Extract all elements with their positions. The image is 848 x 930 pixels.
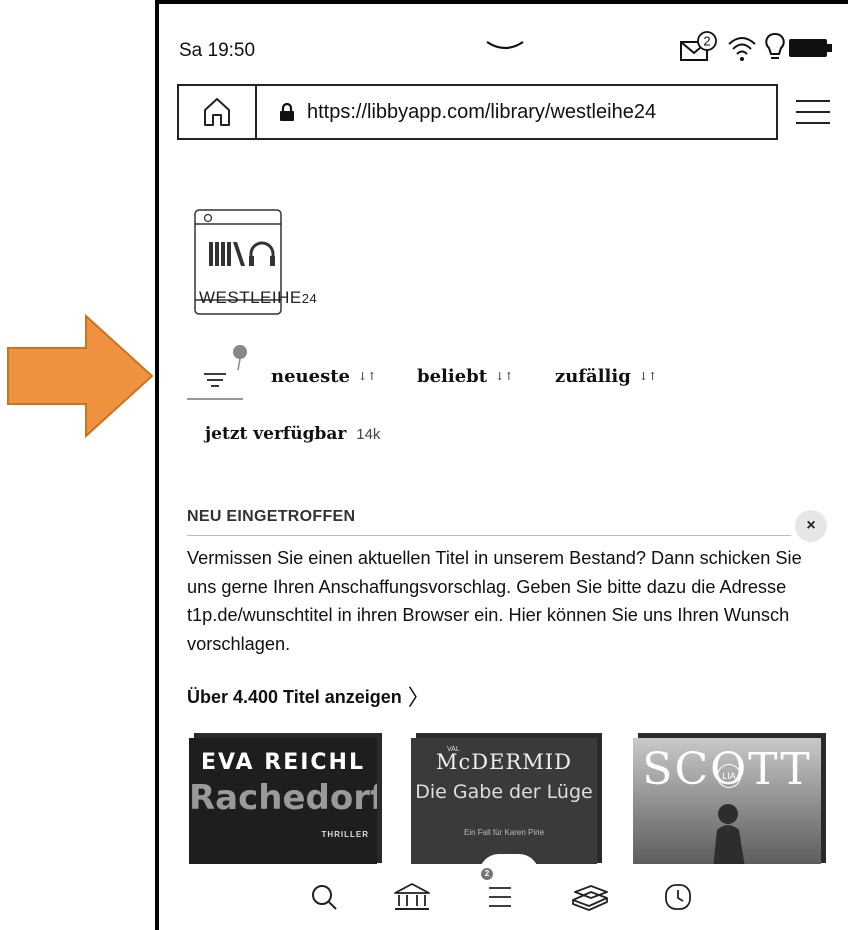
available-now-filter[interactable]: jetzt verfügbar 14k: [205, 424, 380, 444]
book-cover[interactable]: EVA REICHL Rachedorf THRILLER: [189, 738, 377, 868]
ereader-screen: Sa 19:50 2 https://libbyapp.com/library/…: [155, 0, 848, 930]
section-title: NEU EINGETROFFEN: [187, 508, 356, 525]
sort-arrows-icon: ↓↑: [495, 370, 514, 383]
status-bar: Sa 19:50 2: [159, 4, 848, 76]
browser-toolbar: https://libbyapp.com/library/westleihe24: [177, 84, 848, 140]
cover-author: McDERMID: [436, 750, 572, 774]
wifi-icon: [728, 37, 756, 61]
frontlight-icon[interactable]: [764, 32, 786, 62]
annotation-arrow: [7, 314, 154, 438]
book-cover-carousel: EVA REICHL Rachedorf THRILLER VAL McDERM…: [189, 738, 839, 868]
filter-lines-icon: [204, 373, 226, 387]
bottom-navigation: 2: [159, 854, 848, 930]
sort-random[interactable]: zufällig ↓↑: [555, 366, 657, 387]
show-all-label: Über 4.400 Titel anzeigen: [187, 687, 402, 707]
home-icon: [204, 98, 230, 126]
library-icon: [394, 883, 430, 910]
nav-history[interactable]: [655, 874, 701, 920]
chevron-down-icon[interactable]: [485, 38, 525, 54]
home-button[interactable]: [177, 84, 257, 140]
sort-newest-label: neueste: [271, 366, 350, 387]
available-label: jetzt verfügbar: [205, 424, 347, 444]
nav-shelf[interactable]: [567, 874, 613, 920]
battery-icon: [789, 39, 832, 57]
cover-title: Die Gabe der Lüge: [415, 781, 593, 803]
history-icon: [665, 884, 691, 910]
cover-subtitle: Ein Fall für Karen Pirie: [463, 828, 545, 837]
book-cover[interactable]: SCOTT LIA: [633, 738, 821, 868]
cover-title: Rachedorf: [189, 778, 377, 818]
sort-popular-label: beliebt: [417, 366, 488, 387]
status-time: Sa 19:50: [179, 40, 256, 61]
library-name: WESTLEIHE: [199, 288, 302, 307]
sort-popular[interactable]: beliebt ↓↑: [417, 366, 514, 387]
nav-library[interactable]: [389, 874, 435, 920]
sort-filter-row: neueste ↓↑ beliebt ↓↑ zufällig ↓↑: [187, 344, 827, 404]
mail-notification-icon[interactable]: 2: [679, 30, 721, 64]
hamburger-icon: [796, 100, 830, 124]
cover-author-prefix: LIA: [717, 764, 741, 788]
shelf-icon: [572, 885, 608, 911]
nav-menu[interactable]: [477, 874, 523, 920]
cover-author: EVA REICHL: [201, 750, 365, 775]
address-bar[interactable]: https://libbyapp.com/library/westleihe24: [257, 84, 778, 140]
cover-genre: THRILLER: [321, 830, 369, 839]
cover-figure-image: [713, 804, 745, 868]
show-all-titles-link[interactable]: Über 4.400 Titel anzeigen 〉: [187, 680, 430, 712]
sort-newest[interactable]: neueste ↓↑: [271, 366, 376, 387]
chevron-right-icon: 〉: [407, 685, 430, 710]
sort-arrows-icon: ↓↑: [357, 370, 377, 383]
mail-badge-count: 2: [703, 34, 710, 49]
menu-icon: [489, 887, 511, 907]
section-header: NEU EINGETROFFEN: [187, 508, 791, 536]
notice-text: Vermissen Sie einen aktuellen Titel in u…: [187, 548, 802, 654]
lock-icon: [280, 102, 294, 121]
sort-random-label: zufällig: [555, 366, 631, 387]
sort-arrows-icon: ↓↑: [638, 370, 658, 383]
search-icon: [312, 885, 337, 910]
library-name-suffix: 24: [301, 291, 318, 306]
library-logo-text: WESTLEIHE24: [199, 288, 317, 308]
url-text: https://libbyapp.com/library/westleihe24: [307, 100, 657, 123]
libby-library-page: WESTLEIHE24 neueste ↓↑ beliebt ↓↑ zufällig…: [159, 144, 848, 868]
balloon-pin-icon: [233, 345, 247, 370]
close-notice-button[interactable]: ×: [795, 510, 827, 542]
nav-search[interactable]: [301, 874, 347, 920]
available-count: 14k: [356, 426, 381, 443]
browser-menu-button[interactable]: [778, 84, 848, 140]
book-cover[interactable]: VAL McDERMID Die Gabe der Lüge Ein Fall …: [411, 738, 597, 868]
